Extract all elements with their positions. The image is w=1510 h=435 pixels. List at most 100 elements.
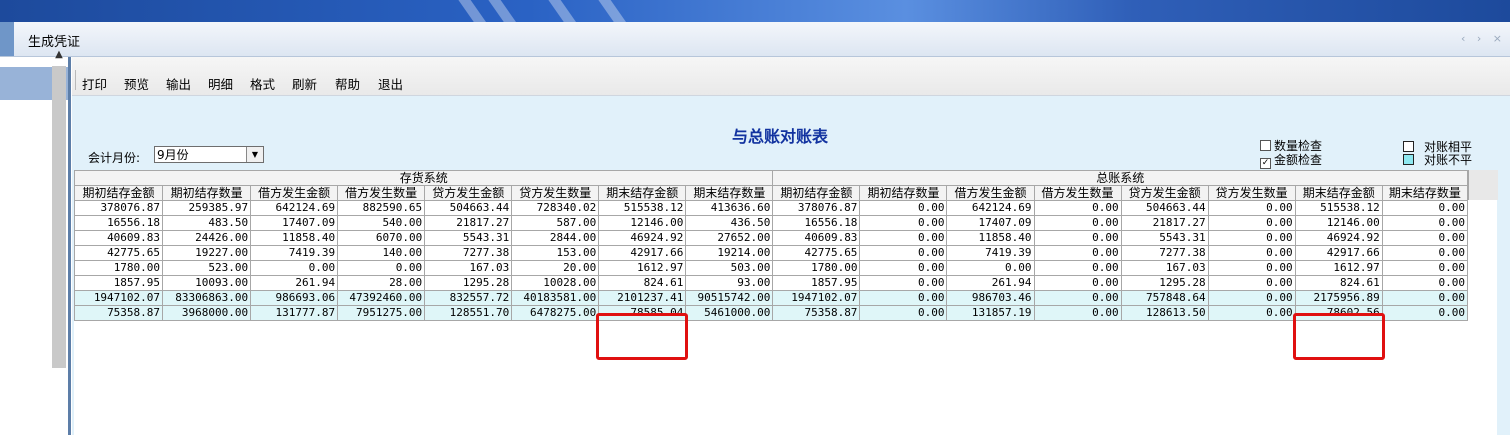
help-button[interactable]: 帮助 bbox=[335, 74, 360, 93]
table-cell: 47392460.00 bbox=[337, 290, 426, 306]
table-cell: 11858.40 bbox=[250, 230, 339, 246]
print-button[interactable]: 打印 bbox=[82, 74, 107, 93]
table-row[interactable]: 1780.00 523.00 0.00 0.00 167.03 20.00 1612.97 5… bbox=[73, 260, 1469, 276]
table-cell: 1780.00 bbox=[73, 260, 164, 276]
table-cell: 0.00 bbox=[1207, 275, 1296, 291]
amount-check-checkbox[interactable]: ✓ 金额检查 bbox=[1260, 154, 1322, 169]
table-cell: 0.00 bbox=[859, 200, 948, 216]
dropdown-arrow-icon[interactable]: ▼ bbox=[246, 147, 263, 162]
table-cell: 540.00 bbox=[337, 215, 426, 231]
table-cell: 131857.19 bbox=[946, 305, 1035, 321]
table-cell: 882590.65 bbox=[337, 200, 426, 216]
table-row[interactable]: 75358.87 3968000.00 131777.87 7951275.00 128… bbox=[73, 305, 1469, 321]
table-cell: 503.00 bbox=[685, 260, 774, 276]
table-cell: 1947102.07 bbox=[73, 290, 164, 306]
table-cell: 12146.00 bbox=[1294, 215, 1383, 231]
table-cell: 261.94 bbox=[946, 275, 1035, 291]
table-row[interactable]: 378076.87 259385.97 642124.69 882590.65 5046… bbox=[73, 200, 1469, 216]
table-cell: 587.00 bbox=[511, 215, 600, 231]
table-cell: 824.61 bbox=[598, 275, 687, 291]
table-cell: 0.00 bbox=[1207, 245, 1296, 261]
table-cell: 0.00 bbox=[1381, 230, 1469, 246]
vertical-scrollbar-thumb[interactable] bbox=[52, 66, 66, 368]
tab-bar: 生成凭证 ‹ › × bbox=[0, 22, 1510, 57]
month-label: 会计月份: bbox=[88, 151, 141, 165]
table-cell: 7951275.00 bbox=[337, 305, 426, 321]
column-header: 期末结存数量 bbox=[1381, 185, 1469, 201]
month-select[interactable]: 9月份 ▼ bbox=[154, 146, 264, 163]
table-cell: 0.00 bbox=[1033, 290, 1122, 306]
table-cell: 40609.83 bbox=[772, 230, 861, 246]
table-cell: 0.00 bbox=[1207, 305, 1296, 321]
table-cell: 1612.97 bbox=[598, 260, 687, 276]
table-cell: 5543.31 bbox=[424, 230, 513, 246]
table-cell: 0.00 bbox=[1381, 305, 1469, 321]
unchecked-box-icon bbox=[1260, 140, 1271, 151]
table-row[interactable]: 1947102.07 83306863.00 986693.06 47392460.0… bbox=[73, 290, 1469, 306]
table-cell: 0.00 bbox=[1033, 200, 1122, 216]
scroll-up-arrow-icon[interactable]: ▲ bbox=[52, 48, 66, 62]
table-row[interactable]: 1857.95 10093.00 261.94 28.00 1295.28 10028.0… bbox=[73, 275, 1469, 291]
table-cell: 78602.56 bbox=[1294, 305, 1383, 321]
table-cell: 1295.28 bbox=[1120, 275, 1209, 291]
table-cell: 78585.04 bbox=[598, 305, 687, 321]
report-toolbar: 打印 预览 输出 明细 格式 刷新 帮助 退出 bbox=[72, 57, 1510, 96]
table-cell: 7277.38 bbox=[1120, 245, 1209, 261]
column-header: 贷方发生金额 bbox=[424, 185, 513, 201]
table-cell: 6070.00 bbox=[337, 230, 426, 246]
panel-splitter[interactable] bbox=[68, 57, 71, 435]
quantity-check-checkbox[interactable]: 数量检查 bbox=[1260, 140, 1322, 152]
table-cell: 16556.18 bbox=[73, 215, 164, 231]
table-cell: 16556.18 bbox=[772, 215, 861, 231]
table-cell: 413636.60 bbox=[685, 200, 774, 216]
table-cell: 1612.97 bbox=[1294, 260, 1383, 276]
table-cell: 261.94 bbox=[250, 275, 339, 291]
table-cell: 5461000.00 bbox=[685, 305, 774, 321]
column-header: 借方发生金额 bbox=[250, 185, 339, 201]
table-cell: 42775.65 bbox=[772, 245, 861, 261]
table-cell: 259385.97 bbox=[162, 200, 252, 216]
exit-button[interactable]: 退出 bbox=[378, 74, 403, 93]
column-header: 期初结存数量 bbox=[859, 185, 948, 201]
table-cell: 11858.40 bbox=[946, 230, 1035, 246]
table-cell: 2175956.89 bbox=[1294, 290, 1383, 306]
group-header-general-ledger: 总账系统 bbox=[772, 170, 1468, 186]
table-cell: 0.00 bbox=[1381, 215, 1469, 231]
format-button[interactable]: 格式 bbox=[250, 74, 275, 93]
table-row[interactable]: 42775.65 19227.00 7419.39 140.00 7277.38 153.… bbox=[73, 245, 1469, 261]
table-cell: 0.00 bbox=[859, 245, 948, 261]
table-cell: 24426.00 bbox=[162, 230, 252, 246]
table-cell: 128551.70 bbox=[424, 305, 513, 321]
table-cell: 42917.66 bbox=[1294, 245, 1383, 261]
table-cell: 515538.12 bbox=[598, 200, 687, 216]
column-header: 期初结存金额 bbox=[772, 185, 861, 201]
table-cell: 0.00 bbox=[1207, 200, 1296, 216]
table-cell: 0.00 bbox=[1381, 245, 1469, 261]
table-cell: 93.00 bbox=[685, 275, 774, 291]
detail-button[interactable]: 明细 bbox=[208, 74, 233, 93]
table-row[interactable]: 16556.18 483.50 17407.09 540.00 21817.27 587.… bbox=[73, 215, 1469, 231]
grid-header-filler bbox=[1468, 170, 1498, 200]
table-cell: 1780.00 bbox=[772, 260, 861, 276]
table-cell: 83306863.00 bbox=[162, 290, 252, 306]
table-cell: 515538.12 bbox=[1294, 200, 1383, 216]
table-cell: 642124.69 bbox=[250, 200, 339, 216]
table-cell: 7419.39 bbox=[250, 245, 339, 261]
table-cell: 728340.02 bbox=[511, 200, 600, 216]
table-cell: 757848.64 bbox=[1120, 290, 1209, 306]
table-cell: 0.00 bbox=[1033, 305, 1122, 321]
preview-button[interactable]: 预览 bbox=[124, 74, 149, 93]
table-cell: 0.00 bbox=[337, 260, 426, 276]
refresh-button[interactable]: 刷新 bbox=[292, 74, 317, 93]
table-cell: 0.00 bbox=[1033, 245, 1122, 261]
table-row[interactable]: 40609.83 24426.00 11858.40 6070.00 5543.31 28… bbox=[73, 230, 1469, 246]
table-cell: 42917.66 bbox=[598, 245, 687, 261]
table-cell: 523.00 bbox=[162, 260, 252, 276]
report-title: 与总账对账表 bbox=[732, 127, 829, 146]
table-cell: 3968000.00 bbox=[162, 305, 252, 321]
table-cell: 0.00 bbox=[1381, 290, 1469, 306]
export-button[interactable]: 输出 bbox=[166, 74, 191, 93]
table-cell: 0.00 bbox=[1381, 260, 1469, 276]
tab-nav-icons[interactable]: ‹ › × bbox=[1461, 32, 1506, 45]
table-cell: 0.00 bbox=[1207, 260, 1296, 276]
